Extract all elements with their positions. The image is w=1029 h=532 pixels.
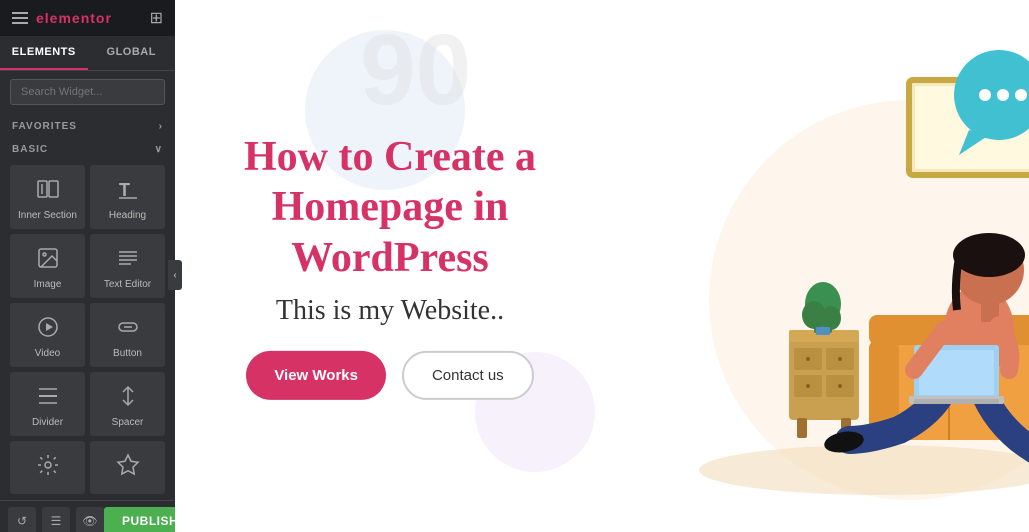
search-box	[0, 71, 175, 113]
hero-buttons: View Works Contact us	[205, 351, 575, 400]
widget-button[interactable]: Button	[90, 303, 165, 367]
widget-spacer-label: Spacer	[112, 417, 144, 428]
inner-section-icon	[36, 177, 60, 205]
widget-image-label: Image	[34, 279, 62, 290]
widget-text-editor-label: Text Editor	[104, 279, 151, 290]
extra-2-icon	[116, 453, 140, 481]
bottom-icons: ↺ ☰ 👁	[8, 507, 104, 532]
hero-section: How to Create a Homepage in WordPress Th…	[205, 132, 575, 400]
search-input[interactable]	[10, 79, 165, 105]
basic-section-header[interactable]: BASIC ∨	[0, 136, 175, 159]
favorites-label: FAVORITES	[12, 121, 77, 132]
widget-text-editor[interactable]: Text Editor	[90, 234, 165, 298]
widget-inner-section-label: Inner Section	[18, 210, 77, 221]
button-icon	[116, 315, 140, 343]
heading-icon: T	[116, 177, 140, 205]
page-canvas: 90 How to Create a Homepage in WordPress…	[175, 0, 1029, 532]
tab-global[interactable]: GLOBAL	[88, 36, 176, 70]
widget-spacer[interactable]: Spacer	[90, 372, 165, 436]
widget-grid: Inner Section T Heading Image Text Edito…	[0, 159, 175, 500]
hero-subtitle: This is my Website..	[205, 295, 575, 327]
logo-text: elementor	[36, 10, 112, 26]
divider-icon	[36, 384, 60, 412]
widget-image[interactable]: Image	[10, 234, 85, 298]
widget-divider-label: Divider	[32, 417, 63, 428]
collapse-handle[interactable]: ‹	[168, 260, 182, 290]
publish-button[interactable]: PUBLISH	[104, 507, 175, 532]
widget-video-label: Video	[35, 348, 60, 359]
sidebar-header: elementor ⊞	[0, 0, 175, 36]
sidebar-tabs: ELEMENTS GLOBAL	[0, 36, 175, 71]
text-editor-icon	[116, 246, 140, 274]
preview-icon[interactable]: 👁	[76, 507, 104, 532]
widget-video[interactable]: Video	[10, 303, 85, 367]
illustration	[559, 0, 1029, 532]
grid-icon[interactable]: ⊞	[150, 8, 163, 28]
widget-heading[interactable]: T Heading	[90, 165, 165, 229]
sidebar-bottom: ↺ ☰ 👁 PUBLISH	[0, 500, 175, 532]
settings-icon[interactable]: ☰	[42, 507, 70, 532]
basic-label: BASIC	[12, 144, 48, 155]
sidebar: elementor ⊞ ELEMENTS GLOBAL FAVORITES › …	[0, 0, 175, 532]
hero-title: How to Create a Homepage in WordPress	[205, 132, 575, 283]
image-icon	[36, 246, 60, 274]
view-works-button[interactable]: View Works	[246, 351, 386, 400]
svg-text:T: T	[119, 180, 130, 200]
spacer-icon	[116, 384, 140, 412]
widget-inner-section[interactable]: Inner Section	[10, 165, 85, 229]
widget-extra-2[interactable]	[90, 441, 165, 494]
widget-heading-label: Heading	[109, 210, 146, 221]
menu-icon[interactable]	[12, 12, 28, 24]
widget-extra-1[interactable]	[10, 441, 85, 494]
contact-us-button[interactable]: Contact us	[402, 351, 534, 400]
history-icon[interactable]: ↺	[8, 507, 36, 532]
favorites-section-header[interactable]: FAVORITES ›	[0, 113, 175, 136]
basic-arrow: ∨	[155, 144, 163, 155]
widget-divider[interactable]: Divider	[10, 372, 85, 436]
widget-button-label: Button	[113, 348, 142, 359]
favorites-arrow: ›	[159, 121, 163, 132]
video-icon	[36, 315, 60, 343]
main-content: 90 How to Create a Homepage in WordPress…	[175, 0, 1029, 532]
extra-1-icon	[36, 453, 60, 481]
tab-elements[interactable]: ELEMENTS	[0, 36, 88, 70]
